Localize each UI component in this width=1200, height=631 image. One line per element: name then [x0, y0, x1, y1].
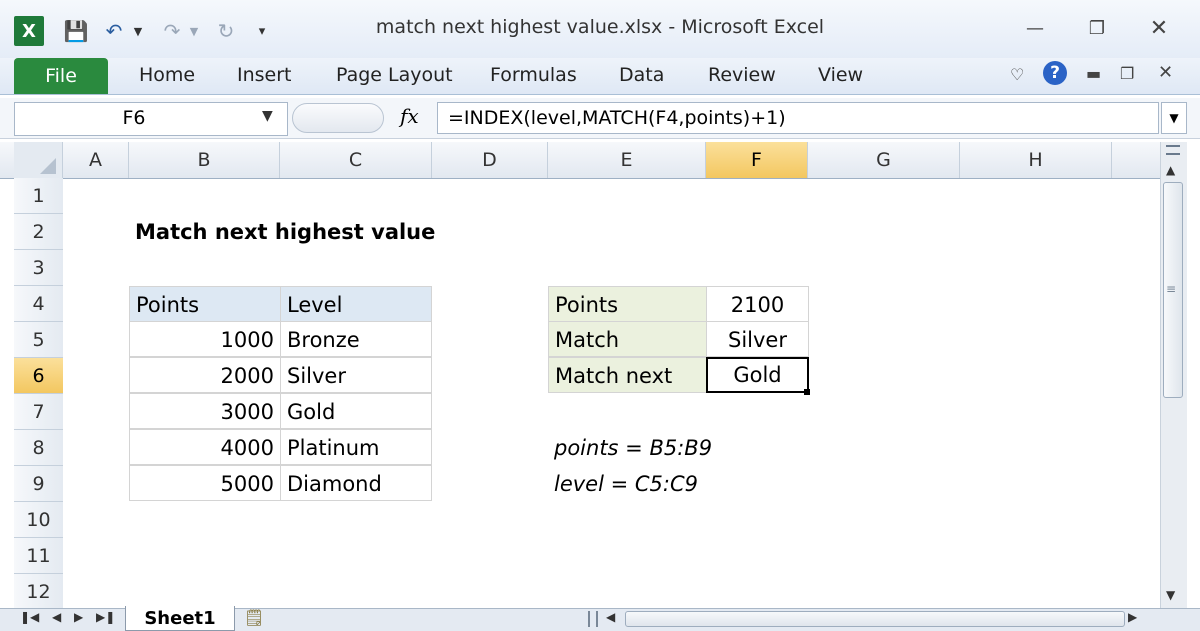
- name-box-dropdown-icon[interactable]: ▼: [262, 108, 273, 124]
- cell-b6[interactable]: 2000: [129, 357, 281, 393]
- name-box-value: F6: [122, 107, 146, 129]
- split-box-icon[interactable]: [1166, 145, 1180, 155]
- scroll-up-icon[interactable]: ▲: [1166, 163, 1175, 177]
- row-header-1[interactable]: 1: [14, 178, 63, 214]
- cell-b2-title[interactable]: Match next highest value: [129, 214, 441, 250]
- cell-c8[interactable]: Platinum: [280, 429, 432, 465]
- column-header-f[interactable]: F: [706, 142, 808, 178]
- column-header-c[interactable]: C: [280, 142, 432, 178]
- workbook-restore-icon[interactable]: ❐: [1120, 64, 1134, 83]
- row-header-4[interactable]: 4: [14, 286, 63, 322]
- cell-b5[interactable]: 1000: [129, 321, 281, 357]
- row-header-9[interactable]: 9: [14, 466, 63, 502]
- tab-view[interactable]: View: [818, 64, 863, 86]
- file-tab[interactable]: File: [14, 58, 108, 94]
- row-header-2[interactable]: 2: [14, 214, 63, 250]
- tab-home[interactable]: Home: [139, 64, 195, 86]
- first-sheet-icon[interactable]: ❚◀: [20, 610, 39, 624]
- restore-icon[interactable]: ❐: [1080, 14, 1114, 42]
- insert-sheet-icon[interactable]: 🗒: [244, 608, 264, 627]
- cell-e8-note[interactable]: points = B5:B9: [548, 430, 718, 466]
- cell-c4-header[interactable]: Level: [280, 286, 432, 322]
- cell-c6[interactable]: Silver: [280, 357, 432, 393]
- last-sheet-icon[interactable]: ▶❚: [96, 610, 115, 624]
- column-header-partial[interactable]: [1112, 142, 1160, 178]
- minimize-ribbon-icon[interactable]: ♡: [1010, 65, 1024, 84]
- tab-split-handle[interactable]: [588, 611, 598, 627]
- prev-sheet-icon[interactable]: ◀: [52, 610, 61, 624]
- grip-icon: ≡: [1166, 282, 1177, 296]
- column-header-b[interactable]: B: [129, 142, 280, 178]
- formula-input[interactable]: =INDEX(level,MATCH(F4,points)+1): [437, 102, 1159, 134]
- column-header-e[interactable]: E: [548, 142, 706, 178]
- cell-e5-label[interactable]: Match: [548, 321, 707, 357]
- cell-f4[interactable]: 2100: [706, 286, 809, 322]
- cell-e6-label[interactable]: Match next: [548, 357, 707, 393]
- cell-b4-header[interactable]: Points: [129, 286, 281, 322]
- row-header-7[interactable]: 7: [14, 394, 63, 430]
- row-header-11[interactable]: 11: [14, 538, 63, 574]
- cell-c5[interactable]: Bronze: [280, 321, 432, 357]
- cell-f5[interactable]: Silver: [706, 321, 809, 357]
- expand-formula-bar-icon[interactable]: ▼: [1161, 102, 1187, 134]
- scroll-left-icon[interactable]: ◀: [606, 610, 615, 624]
- sheet-tab-sheet1[interactable]: Sheet1: [125, 606, 235, 631]
- tab-formulas[interactable]: Formulas: [490, 64, 577, 86]
- tab-review[interactable]: Review: [708, 64, 776, 86]
- workbook-minimize-icon[interactable]: ▬: [1086, 64, 1101, 83]
- next-sheet-icon[interactable]: ▶: [74, 610, 83, 624]
- worksheet-grid[interactable]: Match next highest value Points Level 10…: [63, 178, 1160, 610]
- help-icon[interactable]: ?: [1043, 61, 1067, 85]
- close-icon[interactable]: ✕: [1142, 14, 1176, 42]
- row-header-10[interactable]: 10: [14, 502, 63, 538]
- fill-handle[interactable]: [804, 389, 810, 395]
- cell-e9-note[interactable]: level = C5:C9: [548, 466, 704, 502]
- cell-c9[interactable]: Diamond: [280, 465, 432, 501]
- tab-page-layout[interactable]: Page Layout: [336, 64, 453, 86]
- row-header-8[interactable]: 8: [14, 430, 63, 466]
- column-header-d[interactable]: D: [432, 142, 548, 178]
- cell-b7[interactable]: 3000: [129, 393, 281, 429]
- cell-e4-label[interactable]: Points: [548, 286, 707, 322]
- scroll-down-icon[interactable]: ▼: [1166, 588, 1175, 602]
- insert-function-icon[interactable]: fx: [400, 104, 419, 128]
- tab-data[interactable]: Data: [619, 64, 664, 86]
- column-header-h[interactable]: H: [960, 142, 1112, 178]
- row-header-6[interactable]: 6: [14, 358, 63, 394]
- row-header-3[interactable]: 3: [14, 250, 63, 286]
- minimize-icon[interactable]: —: [1018, 14, 1052, 42]
- cell-f6-active[interactable]: Gold: [706, 357, 809, 393]
- tab-insert[interactable]: Insert: [237, 64, 292, 86]
- horizontal-scroll-thumb[interactable]: [625, 611, 1125, 627]
- column-header-a[interactable]: A: [63, 142, 129, 178]
- row-header-5[interactable]: 5: [14, 322, 63, 358]
- cell-b9[interactable]: 5000: [129, 465, 281, 501]
- workbook-close-icon[interactable]: ✕: [1158, 62, 1173, 83]
- select-all-triangle-icon: [40, 158, 56, 174]
- row-header-12[interactable]: 12: [14, 574, 63, 610]
- column-header-g[interactable]: G: [808, 142, 960, 178]
- cell-c7[interactable]: Gold: [280, 393, 432, 429]
- scroll-right-icon[interactable]: ▶: [1128, 610, 1137, 624]
- cell-b8[interactable]: 4000: [129, 429, 281, 465]
- formula-bar-splitter[interactable]: [292, 103, 384, 133]
